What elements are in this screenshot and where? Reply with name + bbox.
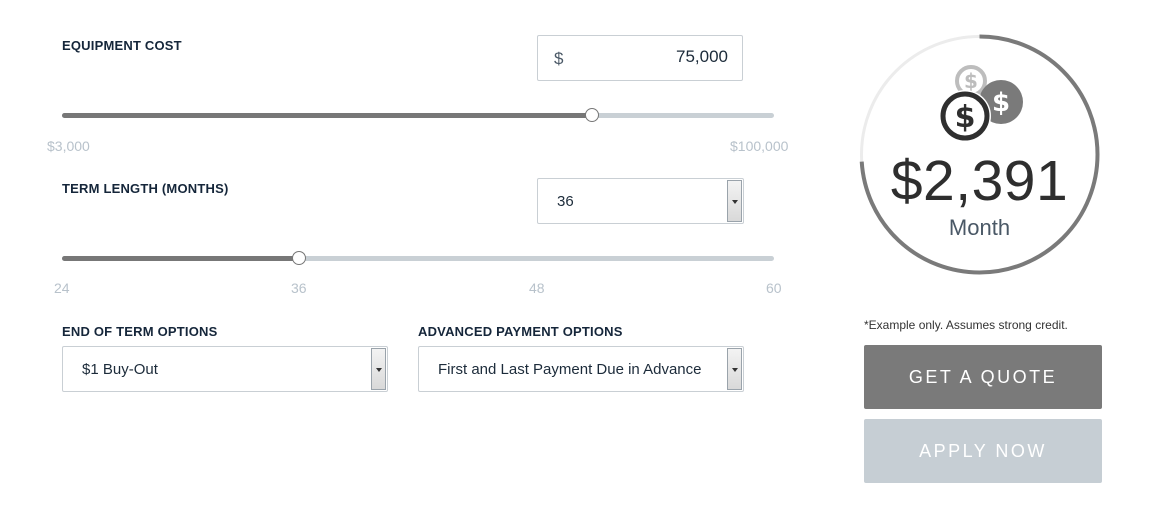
end-of-term-select[interactable]: $1 Buy-Out xyxy=(62,346,388,392)
term-length-slider-fill xyxy=(62,256,299,261)
chevron-down-icon[interactable] xyxy=(727,180,742,222)
svg-text:$: $ xyxy=(964,69,978,93)
end-of-term-value: $1 Buy-Out xyxy=(82,361,158,378)
coins-dollar-icon: $ $ $ xyxy=(939,65,1023,142)
term-length-select[interactable]: 36 xyxy=(537,178,744,224)
svg-text:$: $ xyxy=(992,88,1010,118)
equipment-cost-label: EQUIPMENT COST xyxy=(62,38,182,53)
term-tick-48: 48 xyxy=(529,280,545,296)
term-length-value: 36 xyxy=(557,193,574,210)
monthly-payment-amount: $2,391 xyxy=(890,149,1069,213)
equipment-cost-min-label: $3,000 xyxy=(47,138,90,154)
currency-symbol: $ xyxy=(554,49,564,68)
chevron-down-icon[interactable] xyxy=(727,348,742,390)
payment-period: Month xyxy=(948,215,1011,240)
term-tick-60: 60 xyxy=(766,280,782,296)
equipment-cost-max-label: $100,000 xyxy=(730,138,789,154)
chevron-down-icon[interactable] xyxy=(371,348,386,390)
equipment-cost-slider-fill xyxy=(62,113,592,118)
equipment-cost-input[interactable] xyxy=(588,47,728,67)
term-tick-36: 36 xyxy=(291,280,307,296)
equipment-cost-slider-thumb[interactable] xyxy=(585,108,599,122)
advanced-payment-label: ADVANCED PAYMENT OPTIONS xyxy=(418,324,623,339)
disclaimer-text: *Example only. Assumes strong credit. xyxy=(864,318,1068,332)
term-tick-24: 24 xyxy=(54,280,70,296)
equipment-cost-input-box[interactable]: $ xyxy=(537,35,743,81)
term-length-label: TERM LENGTH (MONTHS) xyxy=(62,181,229,196)
advanced-payment-value: First and Last Payment Due in Advance xyxy=(438,361,702,378)
end-of-term-label: END OF TERM OPTIONS xyxy=(62,324,218,339)
term-length-slider-thumb[interactable] xyxy=(292,251,306,265)
apply-now-button[interactable]: APPLY NOW xyxy=(864,419,1102,483)
svg-text:$: $ xyxy=(955,100,976,135)
get-quote-button[interactable]: GET A QUOTE xyxy=(864,345,1102,409)
advanced-payment-select[interactable]: First and Last Payment Due in Advance xyxy=(418,346,744,392)
term-length-slider-track[interactable] xyxy=(62,256,774,261)
equipment-cost-slider-track[interactable] xyxy=(62,113,774,118)
